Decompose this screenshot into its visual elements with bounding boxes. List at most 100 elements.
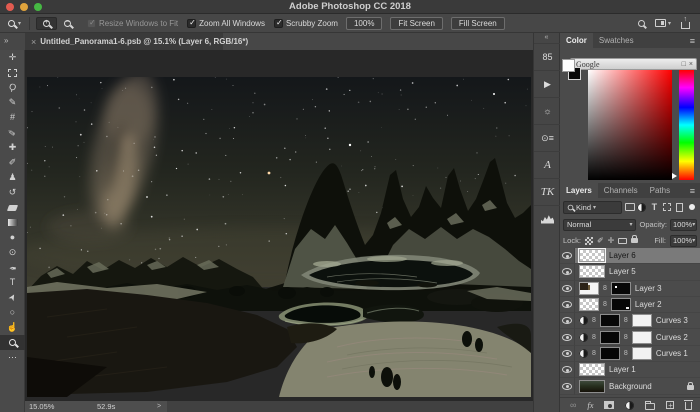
opacity-value[interactable]: 100%▾ — [670, 219, 697, 231]
google-minimize-icon[interactable]: □ — [682, 61, 686, 68]
zoom-all-windows-checkbox[interactable]: Zoom All Windows — [187, 19, 265, 28]
lock-position-icon[interactable]: ✛ — [608, 236, 615, 245]
visibility-toggle[interactable] — [560, 297, 575, 313]
path-selection-tool[interactable]: ➤ — [0, 290, 25, 305]
layer-name[interactable]: Background — [609, 382, 652, 391]
close-tab-icon[interactable]: × — [31, 37, 36, 47]
tk-actions-panel-icon[interactable]: TK — [534, 178, 561, 205]
layer-row-curves2[interactable]: 88Curves 2 — [560, 329, 700, 345]
layer-thumbnail[interactable] — [579, 380, 605, 393]
dock-collapse-chevron[interactable]: « — [534, 33, 559, 43]
eraser-tool[interactable] — [0, 200, 25, 215]
vector-mask-thumbnail[interactable] — [632, 347, 652, 360]
visibility-toggle[interactable] — [560, 329, 575, 345]
spot-healing-brush-tool[interactable]: ✚ — [0, 140, 25, 155]
panel-menu-icon[interactable]: ≡ — [690, 33, 700, 48]
fill-screen-button[interactable]: Fill Screen — [451, 17, 505, 30]
brush-settings-panel-icon[interactable]: 85 — [534, 43, 561, 70]
layer-style-icon[interactable]: fx — [587, 400, 593, 410]
layer-name[interactable]: Curves 3 — [656, 316, 688, 325]
tab-color[interactable]: Color — [560, 33, 593, 48]
new-adjustment-layer-icon[interactable] — [625, 401, 634, 410]
layer-row-layer1[interactable]: Layer 1 — [560, 362, 700, 378]
blur-tool[interactable]: ● — [0, 230, 25, 245]
scrubby-zoom-checkbox[interactable]: Scrubby Zoom — [274, 19, 338, 28]
add-mask-icon[interactable] — [604, 401, 614, 409]
history-brush-tool[interactable]: ↺ — [0, 185, 25, 200]
resize-windows-checkbox[interactable]: Resize Windows to Fit — [87, 19, 178, 28]
layer-name[interactable]: Layer 1 — [609, 365, 636, 374]
new-layer-icon[interactable] — [666, 401, 674, 409]
character-panel-icon[interactable]: A — [534, 151, 561, 178]
visibility-toggle[interactable] — [560, 281, 575, 297]
edit-toolbar-tool[interactable]: ⋯ — [0, 350, 25, 365]
curves-adjustment-icon[interactable] — [579, 333, 588, 342]
canvas-photo[interactable] — [27, 77, 531, 397]
link-layers-icon[interactable]: ∞ — [570, 400, 576, 410]
zoom-100-button[interactable]: 100% — [346, 17, 382, 30]
layer-thumbnail[interactable] — [579, 363, 605, 376]
layer-name[interactable]: Layer 6 — [609, 251, 636, 260]
document-tab[interactable]: × Untitled_Panorama1-6.psb @ 15.1% (Laye… — [25, 33, 223, 50]
layer-row-curves3[interactable]: 88Curves 3 — [560, 313, 700, 329]
lock-artboard-icon[interactable] — [618, 238, 627, 244]
google-floating-window[interactable]: Google □ × — [570, 58, 697, 70]
layer-name[interactable]: Layer 5 — [609, 267, 636, 276]
vector-mask-thumbnail[interactable] — [632, 314, 652, 327]
shape-filter-icon[interactable] — [662, 203, 672, 211]
zoom-level-field[interactable]: 15.05% — [29, 402, 54, 411]
layer-row-layer3[interactable]: 8Layer 3 — [560, 281, 700, 297]
tab-swatches[interactable]: Swatches — [593, 33, 640, 48]
saturation-brightness-field[interactable] — [588, 70, 672, 180]
curves-adjustment-icon[interactable] — [579, 349, 588, 358]
move-tool[interactable]: ✛ — [0, 50, 25, 65]
actions-panel-icon[interactable]: ▶ — [534, 70, 561, 97]
layer-row-layer2[interactable]: 8Layer 2 — [560, 297, 700, 313]
crop-tool[interactable]: # — [0, 110, 25, 125]
status-chevron-icon[interactable]: > — [157, 403, 161, 410]
layer-name[interactable]: Curves 1 — [656, 349, 688, 358]
visibility-toggle[interactable] — [560, 378, 575, 394]
curves-adjustment-icon[interactable] — [579, 316, 588, 325]
panel-foreground-swatch[interactable] — [562, 59, 575, 72]
layer-name[interactable]: Layer 2 — [635, 300, 662, 309]
share-icon[interactable] — [681, 22, 690, 29]
visibility-toggle[interactable] — [560, 248, 575, 264]
layer-mask-thumbnail[interactable] — [600, 347, 620, 360]
visibility-toggle[interactable] — [560, 346, 575, 362]
zoom-in-button[interactable]: + — [36, 17, 57, 30]
layer-name[interactable]: Curves 2 — [656, 333, 688, 342]
layer-row-curves1[interactable]: 88Curves 1 — [560, 346, 700, 362]
quick-selection-tool[interactable]: ✎ — [0, 95, 25, 110]
clone-stamp-tool[interactable]: ♟ — [0, 170, 25, 185]
hue-slider[interactable] — [679, 70, 694, 180]
lock-pixels-icon[interactable]: ✐ — [597, 236, 604, 245]
visibility-toggle[interactable] — [560, 313, 575, 329]
brush-tool[interactable]: ✐ — [0, 155, 25, 170]
layer-mask-thumbnail[interactable] — [600, 331, 620, 344]
adjustment-filter-icon[interactable] — [637, 203, 647, 212]
layer-mask-thumbnail[interactable] — [611, 298, 631, 311]
layer-mask-thumbnail[interactable] — [600, 314, 620, 327]
hue-slider-pointer[interactable] — [672, 173, 677, 179]
blend-mode-dropdown[interactable]: Normal▾ — [563, 219, 636, 231]
vector-mask-thumbnail[interactable] — [632, 331, 652, 344]
eyedropper-tool[interactable]: ✐ — [0, 125, 25, 140]
layer-thumbnail[interactable] — [579, 249, 605, 262]
layer-thumbnail[interactable] — [579, 298, 599, 311]
visibility-toggle[interactable] — [560, 362, 575, 378]
layer-row-layer6[interactable]: Layer 6 — [560, 248, 700, 264]
layer-thumbnail[interactable] — [579, 265, 605, 278]
google-close-icon[interactable]: × — [689, 61, 693, 68]
adjustments-panel-icon[interactable]: ☼ — [534, 97, 561, 124]
type-filter-icon[interactable]: T — [649, 202, 659, 212]
smart-object-filter-icon[interactable] — [674, 203, 684, 212]
layer-name[interactable]: Layer 3 — [635, 284, 662, 293]
fill-value[interactable]: 100%▾ — [670, 235, 697, 247]
toolbar-expand-chevron[interactable]: » — [0, 33, 25, 50]
tab-paths[interactable]: Paths — [644, 183, 676, 198]
layer-row-layer5[interactable]: Layer 5 — [560, 264, 700, 280]
lock-all-icon[interactable] — [631, 238, 638, 243]
pixel-filter-icon[interactable] — [624, 203, 634, 211]
zoom-out-button[interactable]: − — [57, 17, 78, 30]
